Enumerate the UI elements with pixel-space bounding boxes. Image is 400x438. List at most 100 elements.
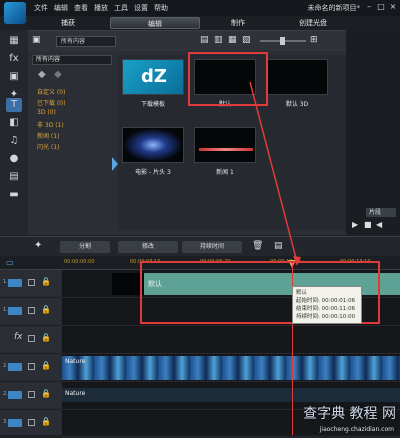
minimize-icon[interactable]: – [364, 2, 374, 12]
tab-create-disc[interactable]: 创建光盘 [278, 17, 348, 29]
tab-capture[interactable]: 捕获 [38, 17, 98, 29]
ruler-time: 00:00:00:00 [64, 259, 95, 265]
template-thumb-download[interactable]: dZ [122, 59, 184, 95]
category-item[interactable]: 新闻 (1) [37, 131, 59, 140]
category-item[interactable]: 非 3D (1) [37, 120, 64, 129]
library-toolbar: ▣ 所有内容 ▤ ▥ ▦ ▧ ⊞ [28, 31, 346, 51]
template-thumb-news[interactable] [194, 127, 256, 163]
tab-edit[interactable]: 编辑 [110, 17, 200, 29]
menu-edit[interactable]: 编辑 [54, 3, 68, 13]
import-icon[interactable]: ▣ [32, 35, 41, 45]
prev-frame-icon[interactable]: ◀ [376, 220, 382, 229]
mode-tabs: 捕获 编辑 制作 创建光盘 [28, 16, 400, 30]
tooltip-start: 起始时间: 00:00:01:06 [296, 298, 356, 304]
room-toolbar: ▦ fx ▣ ✦ T ◧ ♫ ● ▤ ▬ [0, 30, 28, 235]
template-thumb-default-3d[interactable] [266, 59, 328, 95]
lock-icon[interactable]: 🔒 [41, 277, 51, 286]
template-label: 下载模板 [140, 101, 165, 108]
delete-icon[interactable]: 🗑 [252, 241, 263, 251]
track-enable-checkbox[interactable] [28, 419, 35, 426]
pip-room-icon[interactable]: ▣ [6, 70, 22, 84]
modify-button[interactable]: 修改 [118, 241, 178, 253]
duration-button[interactable]: 持续时间 [182, 241, 242, 253]
library-filter-dropdown[interactable]: 所有内容 [56, 36, 116, 47]
grid-view-icon[interactable]: ▦ [228, 35, 237, 45]
export-icon[interactable]: ▤ [274, 241, 283, 251]
template-label: 电影 - 片头 3 [135, 169, 171, 176]
view-mode-icon[interactable]: ▤ [200, 35, 209, 45]
list-view-icon[interactable]: ▧ [242, 35, 251, 45]
lane-fx[interactable] [62, 326, 400, 354]
tooltip-duration: 持续时间: 00:00:10:00 [296, 314, 356, 320]
subtitle-room-icon[interactable]: ▬ [6, 188, 22, 202]
tag-remove-icon[interactable]: ◆ [54, 69, 62, 80]
zoom-in-icon[interactable]: ⊞ [310, 35, 318, 45]
track-header-fx: fx 🔒 [0, 326, 62, 354]
track-header-audio-1: 1. 🔒 [0, 298, 62, 326]
slider-handle[interactable] [280, 37, 285, 45]
track-enable-checkbox[interactable] [28, 279, 35, 286]
menu-bar: 文件 编辑 查看 播放 工具 设置 帮助 未命名的新项目* – □ × [0, 0, 400, 24]
lock-icon[interactable]: 🔒 [41, 305, 51, 314]
tag-add-icon[interactable]: ◆ [38, 69, 46, 80]
menu-tools[interactable]: 工具 [114, 3, 128, 13]
lane-video-2[interactable]: Nature [62, 354, 400, 382]
menu-file[interactable]: 文件 [34, 3, 48, 13]
app-logo-icon [4, 2, 26, 24]
split-button[interactable]: 分割 [60, 241, 110, 253]
menu-play[interactable]: 播放 [94, 3, 108, 13]
category-item[interactable]: 闪光 (1) [37, 142, 59, 151]
fx-track-icon: fx [14, 332, 23, 342]
track-header-video-1: 1. 🔒 [0, 270, 62, 298]
video-track-icon [8, 419, 22, 427]
audio-mixing-icon[interactable]: ♫ [6, 134, 22, 148]
maximize-icon[interactable]: □ [376, 2, 386, 12]
project-title: 未命名的新项目* [307, 4, 361, 12]
timeline-view-icon[interactable]: ▭ [6, 258, 14, 267]
video-track-icon [8, 363, 22, 371]
clip-mode-toggle[interactable]: 片段 [366, 208, 396, 217]
tooltip-end: 结束时间: 00:00:11:06 [296, 306, 356, 312]
audio-clip-label: Nature [65, 390, 86, 397]
template-label: 新闻 1 [216, 169, 234, 176]
download-template-logo: dZ [141, 66, 167, 87]
sort-icon[interactable]: ▥ [214, 35, 223, 45]
stop-icon[interactable]: ■ [364, 220, 372, 229]
lock-icon[interactable]: 🔒 [41, 333, 51, 342]
lock-icon[interactable]: 🔒 [41, 389, 51, 398]
track-header-video-2: 2. 🔒 [0, 354, 62, 382]
watermark-url: jiaocheng.chazidian.com [319, 426, 394, 433]
lock-icon[interactable]: 🔒 [41, 361, 51, 370]
category-all[interactable]: 所有内容 [32, 55, 112, 65]
highlight-box-template [188, 52, 268, 106]
clip-tooltip: 默认 起始时间: 00:00:01:06 结束时间: 00:00:11:06 持… [292, 286, 362, 324]
title-room-icon[interactable]: T [6, 98, 22, 112]
menu-help[interactable]: 帮助 [154, 3, 168, 13]
template-label: 默认 3D [285, 101, 309, 108]
close-icon[interactable]: × [388, 2, 398, 12]
audio-track-icon [8, 307, 22, 315]
audio-clip[interactable]: Nature [62, 388, 400, 402]
track-enable-checkbox[interactable] [28, 363, 35, 370]
track-enable-checkbox[interactable] [28, 391, 35, 398]
category-item[interactable]: 自定义 (0) [37, 87, 65, 96]
menu-settings[interactable]: 设置 [134, 3, 148, 13]
tab-produce[interactable]: 制作 [208, 17, 268, 29]
play-icon[interactable]: ▶ [352, 220, 358, 229]
magic-tool-icon[interactable]: ✦ [34, 240, 42, 251]
menu-view[interactable]: 查看 [74, 3, 88, 13]
chapter-room-icon[interactable]: ▤ [6, 170, 22, 184]
track-enable-checkbox[interactable] [28, 335, 35, 342]
category-item[interactable]: 已下载 (0) [37, 98, 65, 107]
video-clip[interactable]: Nature [62, 356, 400, 380]
template-thumb-movie-opening[interactable] [122, 127, 184, 163]
media-room-icon[interactable]: ▦ [6, 34, 22, 48]
track-enable-checkbox[interactable] [28, 307, 35, 314]
fx-room-icon[interactable]: fx [6, 52, 22, 66]
transition-room-icon[interactable]: ◧ [6, 116, 22, 130]
lock-icon[interactable]: 🔒 [41, 417, 51, 426]
voiceover-icon[interactable]: ● [6, 152, 22, 166]
track-header-audio-2: 2. 🔒 [0, 382, 62, 410]
track-headers: 1. 🔒 1. 🔒 fx 🔒 2. 🔒 2. 🔒 3. 🔒 [0, 270, 62, 438]
category-item[interactable]: 3D (0) [37, 109, 56, 116]
